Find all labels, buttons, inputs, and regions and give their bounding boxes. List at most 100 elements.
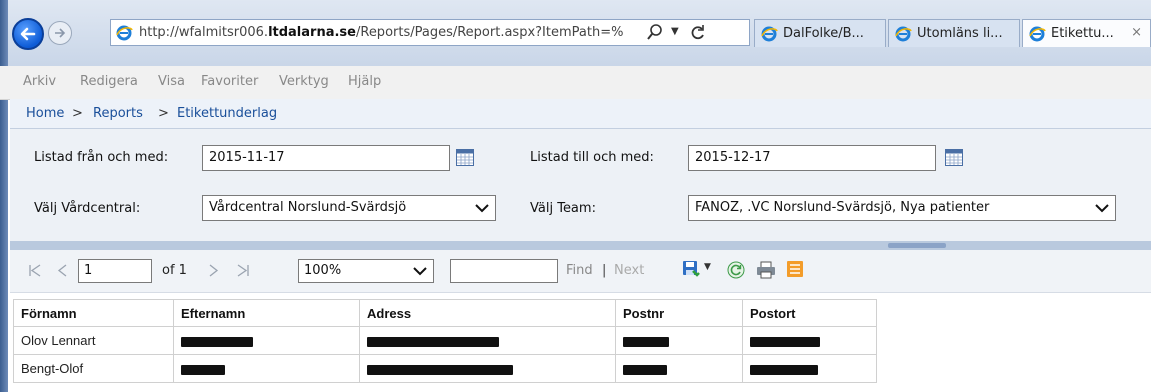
find-link[interactable]: Find: [566, 263, 593, 278]
tab-label: DalFolke/B...: [783, 26, 864, 41]
search-icon[interactable]: [647, 24, 663, 41]
zoom-value: 100%: [304, 263, 342, 278]
back-button[interactable]: [12, 18, 44, 50]
refresh-icon[interactable]: [727, 261, 745, 279]
forward-button[interactable]: [48, 21, 72, 45]
calendar-icon[interactable]: [456, 149, 474, 166]
export-save-icon[interactable]: [682, 260, 700, 278]
find-input[interactable]: [450, 259, 558, 283]
redaction-bar: [367, 364, 513, 375]
vardcentral-label: Välj Vårdcentral:: [34, 201, 141, 216]
menu-bar: Arkiv Redigera Visa Favoriter Verktyg Hj…: [0, 66, 1151, 100]
breadcrumb-separator: >: [72, 106, 83, 121]
cell-address-redacted: [359, 354, 616, 383]
tab-dalfolke[interactable]: DalFolke/B...: [754, 19, 886, 47]
last-page-icon[interactable]: [236, 264, 250, 277]
chevron-down-icon: [413, 267, 427, 276]
vardcentral-select[interactable]: Vårdcentral Norslund-Svärdsjö: [202, 195, 496, 221]
previous-page-icon[interactable]: [56, 264, 68, 277]
column-header-adress: Adress: [359, 299, 616, 327]
report-toolbar: 1 of 1 100% Find | Next ▼: [10, 250, 1151, 293]
browser-chrome: http://wfalmitsr006.ltdalarna.se/Reports…: [0, 0, 1151, 66]
arrow-right-icon: [55, 28, 66, 38]
team-label: Välj Team:: [530, 201, 596, 216]
table-row: Olov Lennart: [13, 326, 877, 355]
chevron-down-icon: [1095, 204, 1109, 213]
splitter-grip[interactable]: [888, 243, 946, 248]
cell-firstname: Bengt-Olof: [13, 354, 174, 383]
menu-verktyg[interactable]: Verktyg: [279, 74, 329, 89]
breadcrumb: Home > Reports > Etikettunderlag: [10, 99, 1151, 129]
redaction-bar: [623, 336, 669, 347]
cell-postnr-redacted: [615, 326, 743, 355]
redaction-bar: [181, 336, 253, 347]
chevron-down-icon[interactable]: ▼: [671, 26, 679, 37]
chevron-down-icon: [475, 204, 489, 213]
tab-label: Etikettu...: [1051, 26, 1114, 41]
column-header-postort: Postort: [742, 299, 877, 327]
ie-page-icon: [116, 25, 133, 41]
ie-tab-icon: [895, 26, 912, 42]
to-date-label: Listad till och med:: [530, 150, 654, 165]
url-suffix: /Reports/Pages/Report.aspx?ItemPath=%: [355, 25, 624, 40]
refresh-icon[interactable]: [690, 24, 706, 41]
url-prefix: http://wfalmitsr006.: [139, 25, 269, 40]
breadcrumb-separator: >: [158, 106, 169, 121]
close-icon[interactable]: ×: [1131, 25, 1142, 40]
cell-postort-redacted: [742, 354, 877, 383]
menu-visa[interactable]: Visa: [158, 74, 185, 89]
chevron-down-icon[interactable]: ▼: [704, 262, 711, 272]
redaction-bar: [367, 336, 499, 347]
redaction-bar: [181, 364, 225, 375]
redaction-bar: [623, 364, 667, 375]
url-domain: ltdalarna.se: [268, 25, 356, 40]
parameters-panel: Listad från och med: 2015-11-17 Listad t…: [10, 129, 1151, 241]
menu-redigera[interactable]: Redigera: [80, 74, 138, 89]
breadcrumb-current: Etikettunderlag: [177, 106, 278, 121]
zoom-select[interactable]: 100%: [298, 259, 434, 283]
cell-lastname-redacted: [173, 354, 360, 383]
table-header-row: Förnamn Efternamn Adress Postnr Postort: [13, 299, 877, 327]
table-row: Bengt-Olof: [13, 354, 877, 383]
column-header-fornamn: Förnamn: [13, 299, 174, 327]
breadcrumb-reports[interactable]: Reports: [93, 106, 143, 121]
address-bar[interactable]: http://wfalmitsr006.ltdalarna.se/Reports…: [110, 19, 750, 46]
page-number-input[interactable]: 1: [78, 259, 152, 283]
window-frame: [0, 0, 8, 392]
breadcrumb-home[interactable]: Home: [26, 106, 64, 121]
arrow-left-icon: [20, 27, 36, 41]
team-value: FANOZ, .VC Norslund-Svärdsjö, Nya patien…: [695, 200, 990, 215]
next-page-icon[interactable]: [208, 264, 220, 277]
menu-arkiv[interactable]: Arkiv: [23, 74, 56, 89]
column-header-efternamn: Efternamn: [173, 299, 360, 327]
to-date-input[interactable]: 2015-12-17: [688, 145, 936, 171]
ie-tab-icon: [1029, 26, 1046, 42]
first-page-icon[interactable]: [28, 264, 42, 277]
cell-postort-redacted: [742, 326, 877, 355]
cell-address-redacted: [359, 326, 616, 355]
vardcentral-value: Vårdcentral Norslund-Svärdsjö: [209, 200, 407, 215]
menu-hjalp[interactable]: Hjälp: [348, 74, 381, 89]
redaction-bar: [750, 364, 818, 375]
ie-tab-icon: [761, 26, 778, 42]
menu-favoriter[interactable]: Favoriter: [201, 74, 258, 89]
find-separator: |: [602, 263, 607, 278]
redaction-bar: [750, 336, 820, 347]
from-date-label: Listad från och med:: [34, 150, 169, 165]
team-select[interactable]: FANOZ, .VC Norslund-Svärdsjö, Nya patien…: [688, 195, 1116, 221]
from-date-input[interactable]: 2015-11-17: [202, 145, 450, 171]
parameters-splitter[interactable]: [10, 241, 1151, 250]
tab-etikettunderlag[interactable]: Etikettu... ×: [1022, 19, 1151, 47]
calendar-icon[interactable]: [945, 149, 963, 166]
cell-firstname: Olov Lennart: [13, 326, 174, 355]
report-table: Förnamn Efternamn Adress Postnr Postort …: [13, 299, 877, 383]
next-link[interactable]: Next: [614, 263, 644, 278]
tab-label: Utomläns li...: [917, 26, 1003, 41]
print-icon[interactable]: [756, 261, 776, 279]
page-count: of 1: [162, 263, 187, 278]
tab-utomlans[interactable]: Utomläns li...: [888, 19, 1020, 47]
cell-lastname-redacted: [173, 326, 360, 355]
column-header-postnr: Postnr: [615, 299, 743, 327]
data-feed-icon[interactable]: [786, 260, 804, 278]
url-text: http://wfalmitsr006.ltdalarna.se/Reports…: [139, 25, 639, 40]
